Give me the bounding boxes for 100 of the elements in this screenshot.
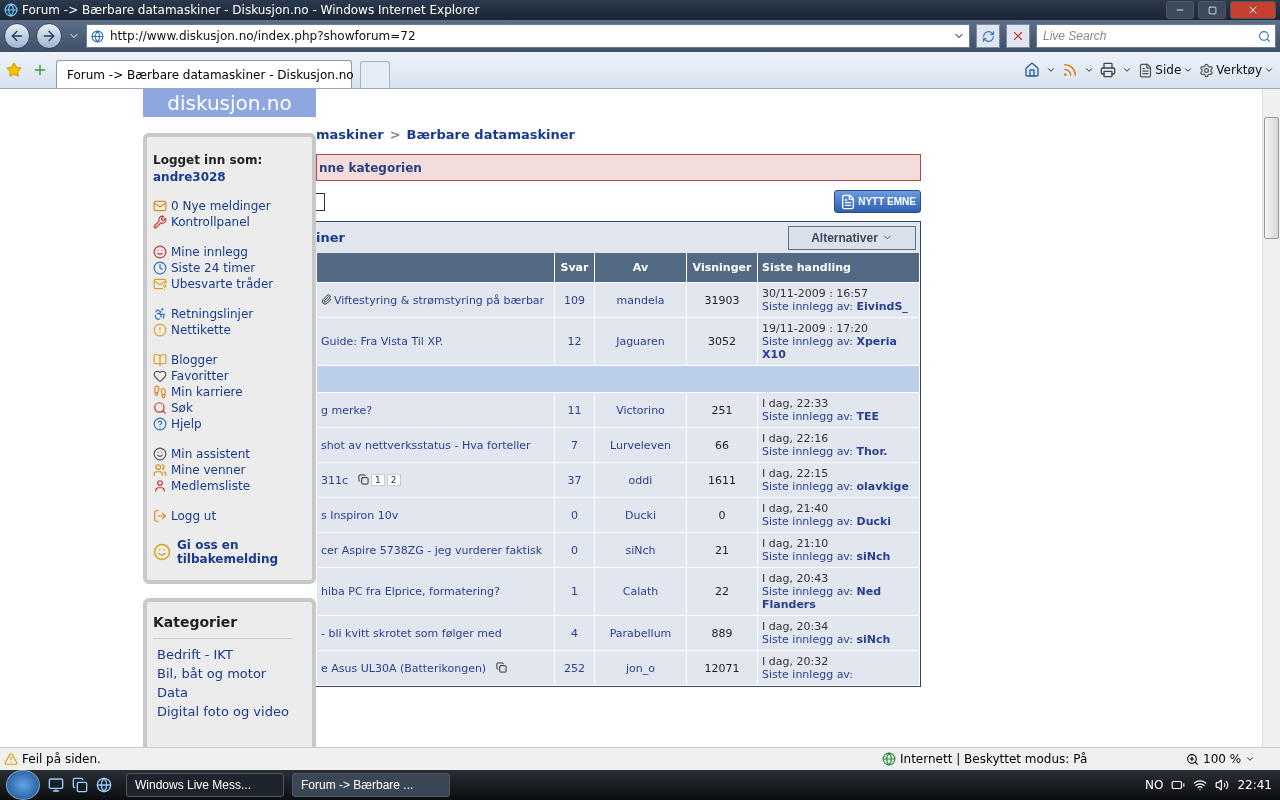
topic-link[interactable]: 311c — [321, 473, 349, 487]
search-input[interactable]: Live Search — [1041, 28, 1258, 44]
desktop-icon[interactable] — [48, 777, 64, 793]
alert-icon — [153, 323, 167, 337]
menu-link[interactable]: Siste 24 timer — [153, 260, 306, 276]
stop-button[interactable] — [1006, 24, 1030, 48]
battery-icon[interactable] — [1171, 778, 1186, 792]
reply-count: 1 — [571, 585, 578, 598]
page-link[interactable]: 2 — [386, 473, 401, 486]
reply-count: 7 — [571, 438, 578, 452]
print-icon[interactable] — [1100, 62, 1117, 78]
author-link[interactable]: Calath — [622, 585, 659, 598]
new-topic-button[interactable]: NYTT EMNE — [834, 190, 921, 213]
favorites-star-icon[interactable] — [6, 62, 22, 78]
topic-link[interactable]: s Inspiron 10v — [321, 508, 399, 522]
reply-count: 37 — [567, 473, 582, 487]
menu-link[interactable]: Favoritter — [153, 368, 306, 384]
topic-link[interactable]: Guide: Fra Vista Til XP. — [321, 335, 444, 348]
rss-icon[interactable] — [1062, 62, 1079, 78]
browser-tab[interactable]: Forum -> Bærbare datamaskiner - Diskusjon.no — [56, 60, 352, 88]
category-link[interactable]: Digital foto og video — [153, 702, 306, 721]
start-button[interactable] — [6, 770, 40, 800]
maximize-button[interactable] — [1198, 1, 1226, 19]
taskbar-button[interactable]: Windows Live Mess... — [126, 773, 284, 797]
column-header: Visninger — [686, 253, 758, 283]
username-link[interactable]: andre3028 — [153, 170, 306, 184]
menu-link[interactable]: 0 Nye meldinger — [153, 198, 306, 214]
address-bar[interactable]: http://www.diskusjon.no/index.php?showforum=72 — [86, 24, 970, 48]
zoom-level[interactable]: 100 % — [1203, 752, 1242, 766]
menu-link[interactable]: Logg ut — [153, 508, 306, 524]
last-post-info: Siste innlegg av: EivindS_ — [762, 300, 909, 313]
caret-icon[interactable] — [1084, 65, 1095, 75]
menu-link[interactable]: Min assistent — [153, 446, 306, 462]
back-button[interactable] — [4, 23, 30, 49]
reply-count: 0 — [571, 508, 578, 522]
language-indicator[interactable]: NO — [1145, 778, 1164, 792]
last-post-info: Siste innlegg av: olavkige — [762, 480, 910, 493]
menu-link[interactable]: Mine innlegg — [153, 244, 306, 260]
status-message[interactable]: Feil på siden. — [22, 752, 878, 766]
reply-count: 11 — [567, 403, 582, 417]
author-link[interactable]: jon_o — [626, 661, 655, 675]
refresh-button[interactable] — [976, 24, 1000, 48]
view-count: 1611 — [708, 473, 736, 487]
forward-button[interactable] — [36, 23, 62, 49]
search-icon[interactable] — [1258, 29, 1271, 43]
settings-icon — [1199, 62, 1215, 78]
caret-icon[interactable] — [1245, 754, 1256, 764]
last-post-date: I dag, 21:10 — [762, 537, 830, 550]
last-post-date: 19/11-2009 : 17:20 — [762, 322, 870, 335]
close-icon — [1247, 4, 1259, 16]
clock-icon — [153, 261, 167, 275]
breadcrumb-link[interactable]: maskiner — [316, 127, 384, 142]
view-count: 31903 — [704, 293, 740, 307]
zoom-icon — [1186, 752, 1199, 766]
switch-windows-icon[interactable] — [72, 777, 88, 793]
toolbar-menu-button[interactable]: Side — [1138, 62, 1194, 78]
minimize-button[interactable] — [1166, 1, 1194, 19]
breadcrumb-link[interactable]: Bærbare datamaskiner — [406, 127, 576, 142]
category-link[interactable]: Bedrift - IKT — [153, 645, 306, 664]
last-post-info: Siste innlegg av: TEE — [762, 410, 881, 423]
search-field[interactable]: Live Search — [1036, 24, 1276, 48]
menu-link[interactable]: Retningslinjer — [153, 306, 306, 322]
home-icon[interactable] — [1024, 62, 1041, 78]
menu-link[interactable]: Mine venner — [153, 462, 306, 478]
last-post-info: Siste innlegg av: — [762, 668, 854, 681]
volume-icon[interactable] — [1215, 778, 1230, 792]
author-link[interactable]: Jaguaren — [616, 335, 665, 348]
reply-count: 109 — [564, 293, 585, 307]
options-button[interactable]: Alternativer — [788, 225, 916, 250]
topic-link[interactable]: hiba PC fra Elprice, formatering? — [321, 585, 500, 598]
category-link[interactable]: Data — [153, 683, 306, 702]
author-link[interactable]: oddi — [628, 473, 653, 487]
feedback-link[interactable]: Gi oss en tilbakemelding — [153, 538, 306, 566]
network-icon[interactable] — [1193, 778, 1208, 792]
security-zone: Internett | Beskyttet modus: På — [900, 752, 1088, 766]
menu-link[interactable]: Hjelp — [153, 416, 306, 432]
category-link[interactable]: Bil, båt og motor — [153, 664, 306, 683]
menu-link[interactable]: Min karriere — [153, 384, 306, 400]
author-link[interactable]: siNch — [625, 543, 656, 557]
menu-link[interactable]: Ubesvarte tråder — [153, 276, 306, 292]
topic-link[interactable]: g merke? — [321, 403, 373, 417]
browser-icon[interactable] — [96, 777, 112, 793]
menu-link[interactable]: Medlemsliste — [153, 478, 306, 494]
caret-icon[interactable] — [1122, 65, 1133, 75]
menu-link[interactable]: Kontrollpanel — [153, 214, 306, 230]
caret-icon[interactable] — [1046, 65, 1057, 75]
column-header: Av — [594, 253, 687, 283]
menu-link[interactable]: Nettikette — [153, 322, 306, 338]
author-link[interactable]: Ducki — [625, 508, 656, 522]
view-count: 21 — [715, 543, 729, 557]
clock[interactable]: 22:41 — [1237, 778, 1272, 792]
page-link[interactable]: 1 — [371, 473, 385, 486]
toolbar-menu-button[interactable]: Verktøy — [1199, 62, 1274, 78]
taskbar-button[interactable]: Forum -> Bærbare ... — [292, 773, 450, 797]
logged-in-label: Logget inn som: — [153, 153, 263, 167]
last-post-date: I dag, 20:32 — [762, 655, 830, 668]
menu-link[interactable]: Søk — [153, 400, 306, 416]
menu-link[interactable]: Blogger — [153, 352, 306, 368]
scrollbar[interactable] — [1262, 89, 1280, 747]
wrench-icon — [153, 215, 167, 229]
